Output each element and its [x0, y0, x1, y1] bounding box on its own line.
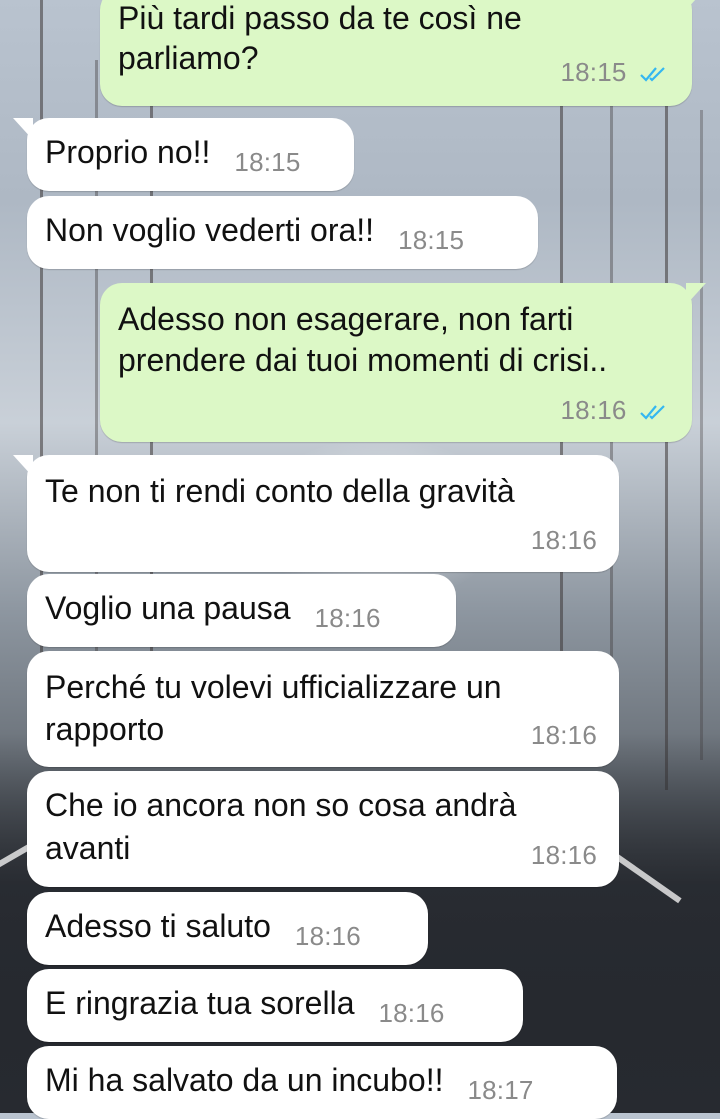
bubble-tail	[13, 118, 33, 140]
message-bubble-incoming[interactable]: Voglio una pausa 18:16	[27, 574, 456, 647]
bubble-tail	[686, 283, 706, 305]
bubble-tail	[13, 455, 33, 477]
message-bubble-incoming[interactable]: Non voglio vederti ora!! 18:15	[27, 196, 538, 269]
message-bubble-incoming[interactable]: Te non ti rendi conto della gravità 18:1…	[13, 455, 619, 572]
message-time: 18:16	[530, 525, 597, 555]
message-text: Voglio una pausa	[45, 590, 291, 626]
message-time: 18:17	[467, 1075, 534, 1105]
message-time: 18:16	[294, 921, 361, 951]
double-check-read-icon	[640, 67, 665, 82]
message-bubble-incoming[interactable]: E ringrazia tua sorella 18:16	[27, 969, 523, 1042]
message-text: prendere dai tuoi momenti di crisi..	[118, 342, 608, 378]
message-text: Mi ha salvato da un incubo!!	[45, 1062, 444, 1098]
message-text: Adesso ti saluto	[45, 908, 271, 944]
chat-message-list: Più tardi passo da te così ne parliamo? …	[0, 0, 720, 1119]
message-text: Perché tu volevi ufficializzare un	[45, 669, 502, 705]
message-bubble-incoming[interactable]: Che io ancora non so cosa andrà avanti 1…	[27, 771, 619, 887]
message-bubble-outgoing[interactable]: Più tardi passo da te così ne parliamo? …	[100, 0, 706, 106]
message-bubble-incoming[interactable]: Mi ha salvato da un incubo!! 18:17	[27, 1046, 617, 1119]
message-text: Proprio no!!	[45, 134, 211, 170]
message-time: 18:15	[398, 225, 465, 255]
message-text: Te non ti rendi conto della gravità	[45, 473, 515, 509]
message-time: 18:16	[560, 395, 627, 425]
message-text: Adesso non esagerare, non farti	[118, 301, 574, 337]
message-text: E ringrazia tua sorella	[45, 985, 355, 1021]
message-time: 18:16	[314, 603, 381, 633]
message-bubble-incoming[interactable]: Adesso ti saluto 18:16	[27, 892, 428, 965]
message-text: parliamo?	[118, 40, 259, 76]
bubble-tail	[686, 0, 706, 10]
message-time: 18:15	[560, 57, 627, 87]
message-time: 18:15	[234, 147, 301, 177]
message-text: Che io ancora non so cosa andrà	[45, 787, 517, 823]
message-time: 18:16	[378, 998, 445, 1028]
message-meta: 18:15	[560, 52, 670, 92]
message-time: 18:16	[530, 720, 597, 750]
message-text: Più tardi passo da te così ne	[118, 0, 522, 36]
message-meta: 18:16	[560, 390, 670, 430]
message-text: Non voglio vederti ora!!	[45, 212, 375, 248]
message-bubble-outgoing[interactable]: Adesso non esagerare, non farti prendere…	[100, 283, 706, 442]
message-bubble-incoming[interactable]: Perché tu volevi ufficializzare un rappo…	[27, 651, 619, 767]
double-check-read-icon	[640, 405, 665, 420]
message-bubble-incoming[interactable]: Proprio no!! 18:15	[13, 118, 354, 191]
message-text: rapporto	[45, 711, 165, 747]
message-time: 18:16	[530, 840, 597, 870]
message-text: avanti	[45, 830, 131, 866]
